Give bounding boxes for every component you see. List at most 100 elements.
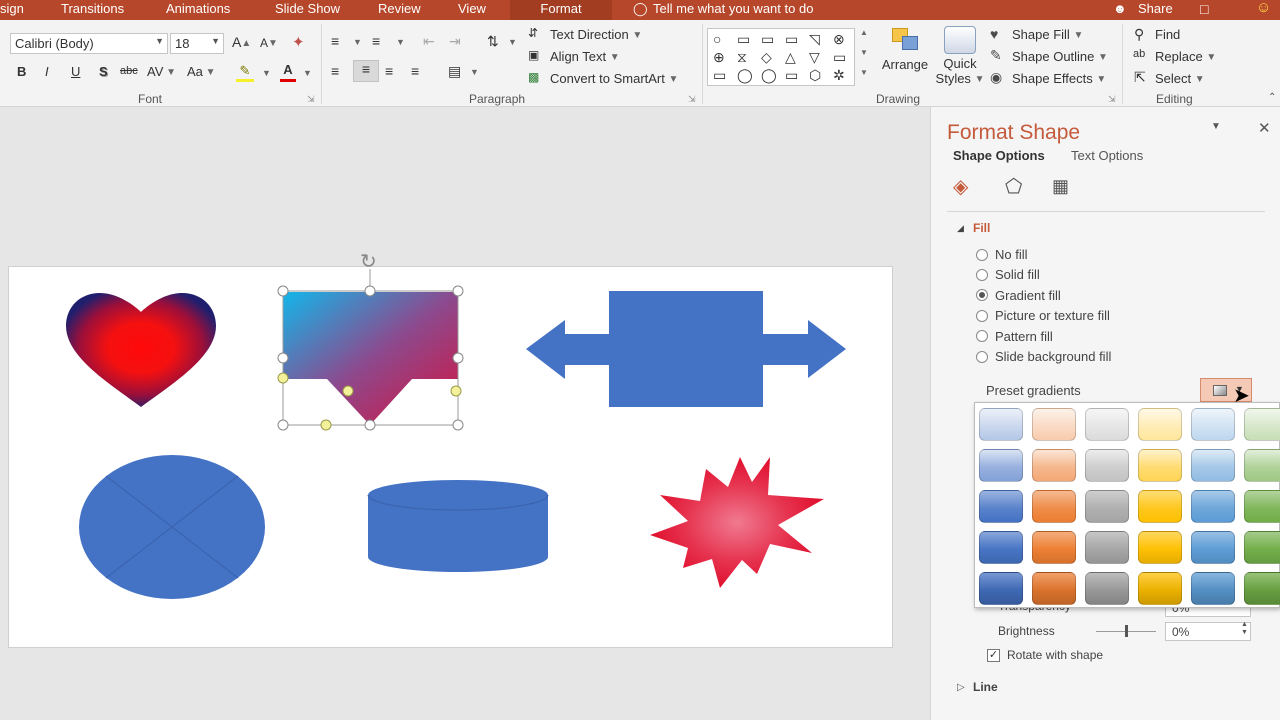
picture-fill-label[interactable]: Picture or texture fill: [995, 308, 1110, 323]
align-center-icon[interactable]: ≡: [353, 60, 379, 82]
gallery-down-icon[interactable]: ▼: [860, 48, 868, 57]
rotate-with-shape-checkbox[interactable]: ✓: [987, 649, 1000, 662]
fill-line-icon[interactable]: ◈: [953, 174, 968, 199]
collapse-triangle-icon[interactable]: ◢: [957, 223, 964, 234]
align-left-icon[interactable]: ≡: [331, 63, 339, 79]
underline-button[interactable]: U: [71, 64, 80, 79]
shape-display-icon[interactable]: ▭: [785, 68, 798, 82]
line-spacing-icon[interactable]: ⇅: [487, 33, 499, 50]
italic-button[interactable]: I: [45, 64, 49, 79]
share-button[interactable]: Share: [1138, 1, 1173, 16]
gradient-swatch[interactable]: [1244, 531, 1280, 564]
shape-summing-icon[interactable]: ⊗: [833, 32, 845, 46]
shape-oval-icon[interactable]: ○: [713, 32, 721, 46]
justify-icon[interactable]: ≡: [411, 63, 419, 79]
left-right-arrow-callout-shape[interactable]: [526, 291, 846, 407]
shape-corner-icon[interactable]: ◹: [809, 32, 820, 46]
explosion-star-shape[interactable]: [650, 457, 824, 588]
highlight-icon[interactable]: ✎: [236, 63, 254, 82]
rotate-handle-icon[interactable]: ↻: [360, 249, 377, 273]
chevron-down-icon[interactable]: ▼: [396, 37, 405, 47]
gallery-more-icon[interactable]: ▼: [860, 68, 868, 77]
shape-wave-icon[interactable]: ▭: [785, 32, 798, 46]
increase-indent-icon[interactable]: ⇥: [449, 33, 461, 50]
bold-button[interactable]: B: [17, 64, 26, 79]
tab-shape-options[interactable]: Shape Options: [953, 148, 1045, 163]
gradient-swatch[interactable]: [1191, 490, 1235, 523]
shape-disk-icon[interactable]: ◯: [761, 68, 777, 82]
shape-triangle-icon[interactable]: △: [785, 50, 796, 64]
shape-drum-icon[interactable]: ◯: [737, 68, 753, 82]
cylinder-shape[interactable]: [368, 480, 548, 572]
smiley-icon[interactable]: ☺: [1256, 0, 1271, 16]
columns-icon[interactable]: ▤: [448, 63, 461, 80]
gradient-swatch[interactable]: [1191, 531, 1235, 564]
gradient-swatch[interactable]: [979, 531, 1023, 564]
gradient-swatch[interactable]: [1138, 449, 1182, 482]
character-spacing-button[interactable]: AV ▼: [147, 64, 176, 79]
shape-or-icon[interactable]: ⊕: [713, 50, 725, 64]
tab-transitions[interactable]: Transitions: [61, 1, 124, 16]
gradient-swatch[interactable]: [1032, 408, 1076, 441]
gradient-swatch[interactable]: [1244, 490, 1280, 523]
replace-button[interactable]: Replace ▼: [1155, 49, 1216, 64]
select-button[interactable]: Select ▼: [1155, 71, 1205, 86]
no-fill-label[interactable]: No fill: [995, 247, 1028, 262]
gradient-swatch[interactable]: [1138, 490, 1182, 523]
gradient-swatch[interactable]: [1191, 408, 1235, 441]
decrease-indent-icon[interactable]: ⇤: [423, 33, 435, 50]
size-properties-icon[interactable]: ▦: [1052, 176, 1069, 197]
change-case-button[interactable]: Aa ▼: [187, 64, 216, 79]
gradient-swatch[interactable]: [1191, 449, 1235, 482]
line-section-header[interactable]: Line: [973, 680, 998, 694]
heart-shape-fill[interactable]: [66, 293, 216, 407]
shape-merge-icon[interactable]: ▽: [809, 50, 820, 64]
tab-view[interactable]: View: [458, 1, 486, 16]
chevron-down-icon[interactable]: ▼: [262, 68, 271, 78]
grow-font-button[interactable]: A▲: [232, 34, 251, 50]
gradient-swatch[interactable]: [979, 572, 1023, 605]
strikethrough-button[interactable]: abc: [120, 65, 138, 77]
gradient-swatch[interactable]: [1085, 572, 1129, 605]
brightness-spinner-icon[interactable]: ▲ ▼: [1241, 621, 1248, 637]
dialog-launcher-icon[interactable]: ⇲: [307, 94, 315, 105]
dialog-launcher-icon[interactable]: ⇲: [1108, 94, 1116, 105]
down-arrow-callout-shape[interactable]: [283, 292, 458, 425]
gradient-swatch[interactable]: [1032, 490, 1076, 523]
shrink-font-button[interactable]: A▼: [260, 36, 278, 50]
gradient-swatch[interactable]: [1085, 449, 1129, 482]
tab-text-options[interactable]: Text Options: [1071, 148, 1143, 163]
slide-background-fill-label[interactable]: Slide background fill: [995, 349, 1111, 364]
tab-animations[interactable]: Animations: [166, 1, 230, 16]
rotate-with-shape-label[interactable]: Rotate with shape: [1007, 648, 1103, 662]
chevron-down-icon[interactable]: ▼: [470, 67, 479, 77]
expand-triangle-icon[interactable]: ▷: [957, 682, 965, 693]
gradient-swatch[interactable]: [979, 408, 1023, 441]
align-right-icon[interactable]: ≡: [385, 63, 393, 79]
tab-design[interactable]: sign: [0, 1, 24, 16]
shape-star-icon[interactable]: ✲: [833, 68, 845, 82]
gradient-swatch[interactable]: [1085, 408, 1129, 441]
effects-pentagon-icon[interactable]: ⬠: [1005, 174, 1022, 199]
brightness-input[interactable]: 0%: [1165, 622, 1251, 641]
gradient-swatch[interactable]: [1032, 531, 1076, 564]
chevron-down-icon[interactable]: ▼: [508, 37, 517, 47]
solid-fill-label[interactable]: Solid fill: [995, 267, 1040, 282]
font-name-combo[interactable]: Calibri (Body) ▼: [10, 33, 168, 54]
clear-formatting-icon[interactable]: ✦: [292, 33, 305, 51]
shape-outline-button[interactable]: Shape Outline ▼: [1012, 49, 1108, 64]
gradient-swatch[interactable]: [1138, 531, 1182, 564]
gradient-swatch[interactable]: [1191, 572, 1235, 605]
align-text-button[interactable]: Align Text ▼: [550, 49, 620, 64]
arrange-button[interactable]: Arrange: [876, 26, 934, 86]
radio-slide-background-fill[interactable]: [976, 351, 988, 363]
tab-review[interactable]: Review: [378, 1, 421, 16]
shape-fill-button[interactable]: Shape Fill ▼: [1012, 27, 1083, 42]
radio-pattern-fill[interactable]: [976, 330, 988, 342]
chevron-down-icon[interactable]: ▼: [353, 37, 362, 47]
pane-options-chevron-icon[interactable]: ▼: [1211, 121, 1221, 132]
close-icon[interactable]: ✕: [1258, 119, 1271, 137]
shape-effects-button[interactable]: Shape Effects ▼: [1012, 71, 1106, 86]
shape-flowchart-icon[interactable]: ▭: [737, 32, 750, 46]
gradient-swatch[interactable]: [1244, 408, 1280, 441]
